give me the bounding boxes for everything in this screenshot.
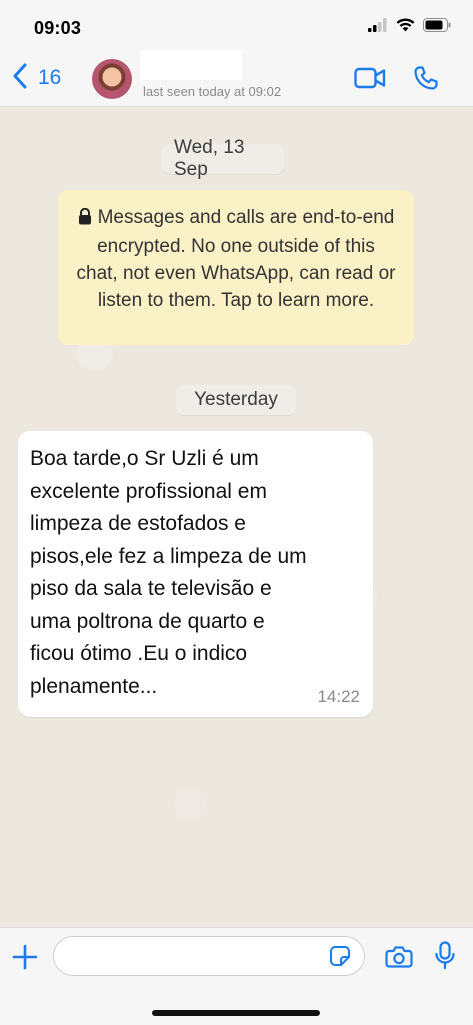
camera-icon	[385, 946, 413, 968]
unread-count: 16	[38, 66, 62, 89]
lock-icon	[78, 206, 92, 233]
status-icons	[368, 18, 451, 37]
status-bar: 09:03	[0, 0, 473, 50]
date-separator: Yesterday	[176, 385, 296, 415]
wifi-icon	[396, 18, 415, 37]
back-button[interactable]: 16	[12, 62, 61, 94]
video-camera-icon	[354, 67, 386, 89]
chevron-left-icon	[12, 63, 28, 94]
attach-button[interactable]	[12, 944, 38, 975]
video-call-button[interactable]	[354, 67, 386, 94]
encryption-notice[interactable]: Messages and calls are end-to-end encryp…	[58, 190, 414, 345]
avatar[interactable]	[92, 59, 132, 99]
sticker-button[interactable]	[329, 945, 351, 972]
encryption-notice-text: Messages and calls are end-to-end encryp…	[76, 207, 396, 311]
incoming-message[interactable]: Boa tarde,o Sr Uzli é um excelente profi…	[18, 431, 373, 717]
input-bar	[0, 927, 473, 1025]
status-time: 09:03	[34, 18, 82, 38]
cellular-signal-icon	[368, 18, 388, 37]
chat-header: 16 last seen today at 09:02	[0, 50, 473, 107]
phone-icon	[414, 66, 438, 90]
date-separator: Wed, 13 Sep	[162, 137, 284, 180]
plus-icon	[12, 944, 38, 970]
last-seen-status: last seen today at 09:02	[143, 84, 282, 99]
microphone-button[interactable]	[434, 941, 456, 976]
contact-name-redacted[interactable]	[140, 50, 242, 80]
message-text: Boa tarde,o Sr Uzli é um excelente profi…	[30, 447, 307, 698]
message-input[interactable]	[53, 936, 365, 976]
microphone-icon	[435, 941, 455, 970]
voice-call-button[interactable]	[413, 65, 439, 96]
chat-area[interactable]: Wed, 13 Sep Messages and calls are end-t…	[0, 107, 473, 927]
home-indicator	[152, 1010, 320, 1016]
message-timestamp: 14:22	[317, 687, 360, 706]
sticker-icon	[330, 946, 350, 966]
camera-button[interactable]	[385, 945, 413, 974]
battery-icon	[423, 18, 451, 37]
